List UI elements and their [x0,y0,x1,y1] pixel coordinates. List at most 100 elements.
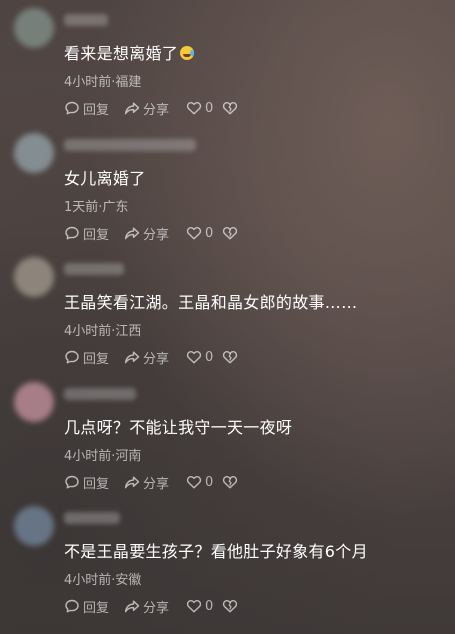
reply-bubble-icon [65,350,79,364]
avatar[interactable] [14,257,54,297]
comment-meta: 1天前·广东 [64,196,128,215]
comment-meta: 4小时前·河南 [64,445,141,464]
reply-label: 回复 [83,102,110,118]
comment-text: 几点呀？不能让我守一天一夜呀 [64,414,292,438]
comment-time: 4小时前 [64,573,112,588]
heart-icon [186,350,202,364]
like-button[interactable]: 0 [186,598,222,614]
share-button[interactable]: 分享 [124,597,186,616]
comment-location: 河南 [115,449,142,464]
comment-actions: 回复 分享 0 [64,98,242,118]
like-count: 0 [205,225,214,241]
comment-item: 看来是想离婚了 4小时前·福建 回复 分享 0 [0,0,455,124]
avatar[interactable] [14,382,54,422]
comment-time: 4小时前 [64,75,112,90]
heart-icon [186,599,202,613]
comment-location: 福建 [115,75,142,90]
comment-actions: 回复 分享 0 [64,223,242,243]
like-button[interactable]: 0 [186,100,222,116]
comment-text-content: 女儿离婚了 [64,169,146,188]
like-button[interactable]: 0 [186,349,222,365]
share-arrow-icon [124,227,140,240]
reply-label: 回复 [83,600,110,616]
reply-button[interactable]: 回复 [64,473,124,492]
reply-button[interactable]: 回复 [64,224,124,243]
reply-bubble-icon [65,475,79,489]
share-label: 分享 [143,102,170,118]
reply-label: 回复 [83,227,110,243]
reply-bubble-icon [65,101,79,115]
comment-actions: 回复 分享 0 [64,347,242,367]
comment-text: 王晶笑看江湖。王晶和晶女郎的故事…… [64,289,357,313]
comment-time: 4小时前 [64,324,112,339]
like-count: 0 [205,474,214,490]
broken-heart-icon [222,599,238,613]
share-label: 分享 [143,600,170,616]
username-blurred[interactable] [64,512,120,524]
comment-location: 广东 [102,200,129,215]
comment-time: 4小时前 [64,449,112,464]
username-blurred[interactable] [64,139,196,151]
comment-time: 1天前 [64,200,99,215]
like-button[interactable]: 0 [186,225,222,241]
share-label: 分享 [143,227,170,243]
share-arrow-icon [124,351,140,364]
dislike-button[interactable] [222,598,242,614]
dislike-button[interactable] [222,474,242,490]
comment-location: 江西 [115,324,142,339]
like-count: 0 [205,100,214,116]
comment-text-content: 几点呀？不能让我守一天一夜呀 [64,418,293,437]
comment-actions: 回复 分享 0 [64,472,242,492]
comment-item: 几点呀？不能让我守一天一夜呀 4小时前·河南 回复 分享 0 [0,374,455,498]
broken-heart-icon [222,475,238,489]
comment-text: 看来是想离婚了 [64,40,195,64]
dislike-button[interactable] [222,100,242,116]
dislike-button[interactable] [222,225,242,241]
username-blurred[interactable] [64,388,136,400]
like-count: 0 [205,349,214,365]
comment-text-content: 王晶笑看江湖。王晶和晶女郎的故事…… [64,293,358,312]
like-button[interactable]: 0 [186,474,222,490]
share-arrow-icon [124,102,140,115]
comment-text-content: 看来是想离婚了 [64,44,179,63]
broken-heart-icon [222,350,238,364]
comment-item: 女儿离婚了 1天前·广东 回复 分享 0 [0,125,455,249]
avatar[interactable] [14,133,54,173]
reply-bubble-icon [65,226,79,240]
reply-button[interactable]: 回复 [64,99,124,118]
comment-item: 王晶笑看江湖。王晶和晶女郎的故事…… 4小时前·江西 回复 分享 0 [0,249,455,373]
avatar[interactable] [14,8,54,48]
avatar[interactable] [14,506,54,546]
dislike-button[interactable] [222,349,242,365]
comment-meta: 4小时前·安徽 [64,569,141,588]
share-arrow-icon [124,600,140,613]
reply-label: 回复 [83,351,110,367]
heart-icon [186,101,202,115]
like-count: 0 [205,598,214,614]
share-label: 分享 [143,351,170,367]
username-blurred[interactable] [64,263,124,275]
reply-label: 回复 [83,476,110,492]
reply-bubble-icon [65,599,79,613]
share-button[interactable]: 分享 [124,224,186,243]
comment-location: 安徽 [115,573,142,588]
comment-item: 不是王晶要生孩子？看他肚子好象有6个月 4小时前·安徽 回复 分享 0 [0,498,455,622]
laugh-cry-emoji-icon [180,46,195,60]
comment-feed: 看来是想离婚了 4小时前·福建 回复 分享 0 女儿离婚了 1天前·广东 回复 … [0,0,455,634]
comment-actions: 回复 分享 0 [64,596,242,616]
heart-icon [186,475,202,489]
broken-heart-icon [222,101,238,115]
reply-button[interactable]: 回复 [64,597,124,616]
comment-meta: 4小时前·江西 [64,320,141,339]
share-arrow-icon [124,476,140,489]
heart-icon [186,226,202,240]
share-button[interactable]: 分享 [124,99,186,118]
comment-text-content: 不是王晶要生孩子？看他肚子好象有6个月 [64,542,368,561]
share-button[interactable]: 分享 [124,348,186,367]
username-blurred[interactable] [64,14,108,26]
broken-heart-icon [222,226,238,240]
reply-button[interactable]: 回复 [64,348,124,367]
share-button[interactable]: 分享 [124,473,186,492]
comment-meta: 4小时前·福建 [64,71,141,90]
comment-text: 不是王晶要生孩子？看他肚子好象有6个月 [64,538,368,562]
